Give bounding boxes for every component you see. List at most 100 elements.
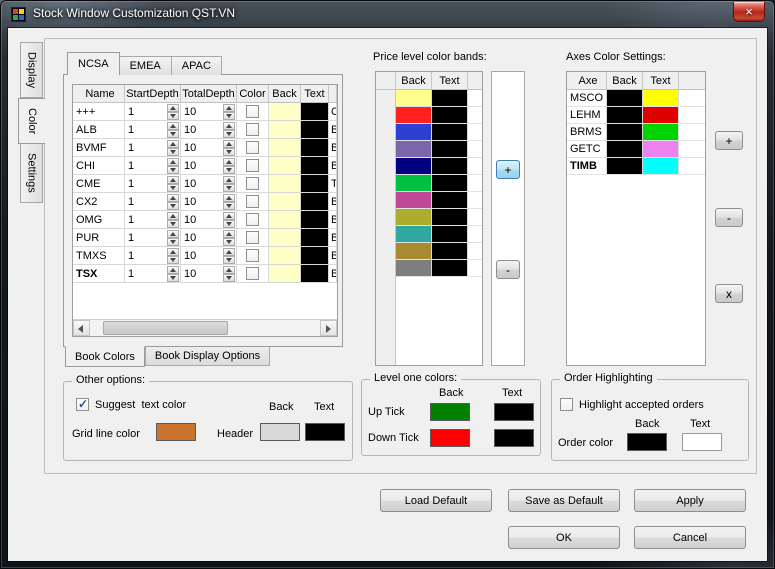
start-depth-cell[interactable]: 1 [125, 265, 181, 282]
band-text-color[interactable] [432, 90, 468, 106]
total-depth-cell[interactable]: 10 [181, 247, 237, 264]
start-depth-spinner[interactable] [167, 265, 179, 282]
start-depth-cell[interactable]: 1 [125, 121, 181, 138]
total-depth-spinner[interactable] [223, 157, 235, 174]
table-row[interactable]: TMXS 1 10 [73, 247, 337, 265]
back-color-cell[interactable] [269, 157, 301, 174]
band-text-color[interactable] [432, 209, 468, 225]
spin-down-icon[interactable] [167, 165, 179, 174]
band-back-color[interactable] [396, 260, 432, 276]
spin-up-icon[interactable] [223, 103, 235, 112]
table-row[interactable]: CME 1 10 T [73, 175, 337, 193]
band-back-color[interactable] [396, 209, 432, 225]
order-text-swatch[interactable] [682, 433, 722, 451]
band-back-color[interactable] [396, 158, 432, 174]
start-depth-spinner[interactable] [167, 103, 179, 120]
start-depth-spinner[interactable] [167, 139, 179, 156]
color-checkbox[interactable] [246, 249, 259, 262]
spin-up-icon[interactable] [223, 229, 235, 238]
tick-text-swatch[interactable] [494, 403, 534, 421]
start-depth-cell[interactable]: 1 [125, 103, 181, 120]
axis-row[interactable]: GETC [567, 141, 705, 158]
band-text-color[interactable] [432, 107, 468, 123]
apply-button[interactable]: Apply [634, 489, 746, 512]
remove-band-button[interactable]: - [496, 260, 520, 279]
region-tab[interactable]: NCSA [67, 52, 120, 75]
title-bar[interactable]: Stock Window Customization QST.VN × [0, 0, 775, 28]
color-checkbox[interactable] [246, 231, 259, 244]
back-color-cell[interactable] [269, 211, 301, 228]
band-text-color[interactable] [432, 243, 468, 259]
axis-row[interactable]: LEHM [567, 107, 705, 124]
start-depth-spinner[interactable] [167, 157, 179, 174]
save-as-default-button[interactable]: Save as Default [508, 489, 620, 512]
book-bottom-tab[interactable]: Book Colors [65, 346, 145, 367]
axis-back-color[interactable] [607, 158, 643, 174]
table-row[interactable]: CX2 1 10 [73, 193, 337, 211]
spin-up-icon[interactable] [167, 103, 179, 112]
spin-up-icon[interactable] [167, 247, 179, 256]
scroll-left-button[interactable] [73, 320, 90, 336]
region-tab[interactable]: APAC [171, 56, 222, 75]
axis-row[interactable]: TIMB [567, 158, 705, 175]
delete-axis-button[interactable]: x [715, 284, 743, 303]
axis-text-color[interactable] [643, 158, 679, 174]
total-depth-spinner[interactable] [223, 211, 235, 228]
cancel-button[interactable]: Cancel [634, 526, 746, 549]
book-bottom-tab[interactable]: Book Display Options [144, 347, 271, 366]
band-text-color[interactable] [432, 226, 468, 242]
spin-up-icon[interactable] [223, 265, 235, 274]
text-color-cell[interactable] [301, 247, 329, 264]
table-row[interactable]: BVMF 1 10 [73, 139, 337, 157]
spin-up-icon[interactable] [167, 139, 179, 148]
start-depth-cell[interactable]: 1 [125, 193, 181, 210]
band-back-color[interactable] [396, 90, 432, 106]
table-row[interactable]: OMG 1 10 [73, 211, 337, 229]
spin-down-icon[interactable] [167, 147, 179, 156]
table-row[interactable]: TSX 1 10 [73, 265, 337, 283]
ok-button[interactable]: OK [508, 526, 620, 549]
axis-text-color[interactable] [643, 90, 679, 106]
side-tab[interactable]: Settings [20, 144, 43, 204]
band-text-color[interactable] [432, 175, 468, 191]
back-color-cell[interactable] [269, 139, 301, 156]
start-depth-cell[interactable]: 1 [125, 139, 181, 156]
back-color-cell[interactable] [269, 103, 301, 120]
scroll-right-button[interactable] [320, 320, 337, 336]
axis-back-color[interactable] [607, 124, 643, 140]
grid-line-color-swatch[interactable] [156, 423, 196, 441]
band-back-color[interactable] [396, 107, 432, 123]
spin-down-icon[interactable] [167, 273, 179, 282]
text-color-cell[interactable] [301, 103, 329, 120]
back-color-cell[interactable] [269, 121, 301, 138]
axis-text-color[interactable] [643, 107, 679, 123]
start-depth-spinner[interactable] [167, 247, 179, 264]
table-row[interactable]: +++ 1 10 [73, 103, 337, 121]
start-depth-cell[interactable]: 1 [125, 247, 181, 264]
highlight-accepted-orders-checkbox[interactable] [560, 398, 573, 411]
tick-back-swatch[interactable] [430, 429, 470, 447]
spin-down-icon[interactable] [167, 111, 179, 120]
text-color-cell[interactable] [301, 265, 329, 282]
header-back-swatch[interactable] [260, 423, 300, 441]
spin-down-icon[interactable] [223, 273, 235, 282]
spin-down-icon[interactable] [223, 165, 235, 174]
spin-up-icon[interactable] [167, 157, 179, 166]
color-checkbox[interactable] [246, 141, 259, 154]
spin-down-icon[interactable] [223, 219, 235, 228]
total-depth-cell[interactable]: 10 [181, 121, 237, 138]
column-header-color[interactable]: Color [237, 85, 269, 102]
table-row[interactable]: ALB 1 10 [73, 121, 337, 139]
axis-text-color[interactable] [643, 124, 679, 140]
start-depth-spinner[interactable] [167, 175, 179, 192]
total-depth-cell[interactable]: 10 [181, 139, 237, 156]
spin-down-icon[interactable] [223, 201, 235, 210]
total-depth-spinner[interactable] [223, 175, 235, 192]
tick-text-swatch[interactable] [494, 429, 534, 447]
axis-row[interactable]: BRMS [567, 124, 705, 141]
region-tab[interactable]: EMEA [119, 56, 172, 75]
total-depth-cell[interactable]: 10 [181, 211, 237, 228]
text-color-cell[interactable] [301, 193, 329, 210]
color-checkbox[interactable] [246, 267, 259, 280]
start-depth-cell[interactable]: 1 [125, 211, 181, 228]
